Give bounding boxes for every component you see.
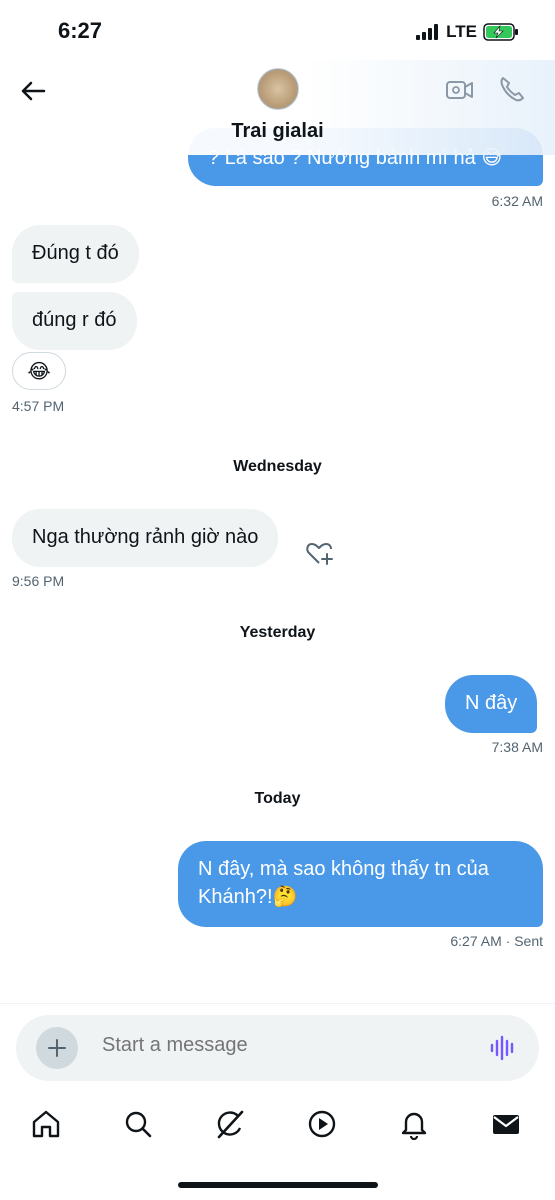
message-bubble-incoming[interactable]: Nga thường rảnh giờ nào bbox=[12, 509, 279, 567]
add-media-button[interactable] bbox=[36, 1027, 78, 1069]
search-icon[interactable] bbox=[122, 1108, 154, 1140]
plus-icon bbox=[48, 1039, 66, 1057]
grok-icon[interactable] bbox=[214, 1108, 246, 1140]
message-text: N đây, mà sao không thấy tn của Khánh?!🤔 bbox=[198, 858, 489, 908]
message-bubble-incoming[interactable]: Đúng t đó bbox=[12, 225, 139, 283]
status-bar: 6:27 LTE bbox=[0, 0, 555, 60]
contact-name[interactable]: Trai gialai bbox=[0, 120, 555, 143]
message-timestamp: 6:32 AM bbox=[491, 193, 543, 209]
day-separator: Yesterday bbox=[239, 624, 316, 641]
message-composer bbox=[16, 1015, 539, 1081]
add-reaction-icon[interactable] bbox=[305, 538, 335, 568]
message-bubble-incoming[interactable]: đúng r đó bbox=[12, 292, 137, 350]
divider bbox=[0, 1003, 555, 1004]
phone-icon[interactable] bbox=[497, 74, 527, 104]
day-separator: Wednesday bbox=[233, 458, 322, 475]
sent-status: · Sent bbox=[505, 933, 543, 949]
messages-icon[interactable] bbox=[490, 1108, 522, 1140]
reaction-emoji: 😂 bbox=[27, 360, 51, 383]
message-text: N đây bbox=[465, 692, 518, 714]
conversation-header: Trai gialai bbox=[0, 60, 555, 155]
message-text: Đúng t đó bbox=[32, 242, 119, 264]
voice-message-icon[interactable] bbox=[489, 1035, 517, 1061]
video-icon[interactable] bbox=[306, 1108, 338, 1140]
video-call-icon[interactable] bbox=[445, 75, 475, 105]
message-text: Nga thường rảnh giờ nào bbox=[32, 526, 259, 548]
message-timestamp: 4:57 PM bbox=[12, 398, 65, 414]
home-icon[interactable] bbox=[30, 1108, 62, 1140]
status-time: 6:27 bbox=[58, 18, 103, 43]
day-separator: Today bbox=[254, 790, 301, 807]
status-indicators: LTE bbox=[416, 22, 519, 42]
message-timestamp: 7:38 AM bbox=[491, 739, 543, 755]
message-bubble-outgoing[interactable]: N đây, mà sao không thấy tn của Khánh?!🤔 bbox=[178, 841, 543, 927]
battery-charging-icon bbox=[483, 23, 518, 41]
message-meta: 6:27 AM · Sent bbox=[450, 933, 543, 949]
reaction-badge[interactable]: 😂 bbox=[12, 352, 66, 390]
bottom-navigation bbox=[0, 1100, 555, 1156]
message-text: đúng r đó bbox=[32, 309, 117, 331]
network-type: LTE bbox=[446, 22, 477, 41]
message-timestamp: 6:27 AM bbox=[450, 933, 502, 949]
message-timestamp: 9:56 PM bbox=[12, 573, 65, 589]
signal-icon bbox=[416, 24, 439, 40]
back-arrow-icon[interactable] bbox=[18, 76, 48, 106]
home-indicator[interactable] bbox=[178, 1182, 378, 1188]
message-bubble-outgoing[interactable]: N đây bbox=[445, 675, 538, 733]
message-input[interactable] bbox=[102, 1034, 452, 1057]
notifications-icon[interactable] bbox=[398, 1108, 430, 1140]
contact-avatar[interactable] bbox=[257, 68, 299, 110]
